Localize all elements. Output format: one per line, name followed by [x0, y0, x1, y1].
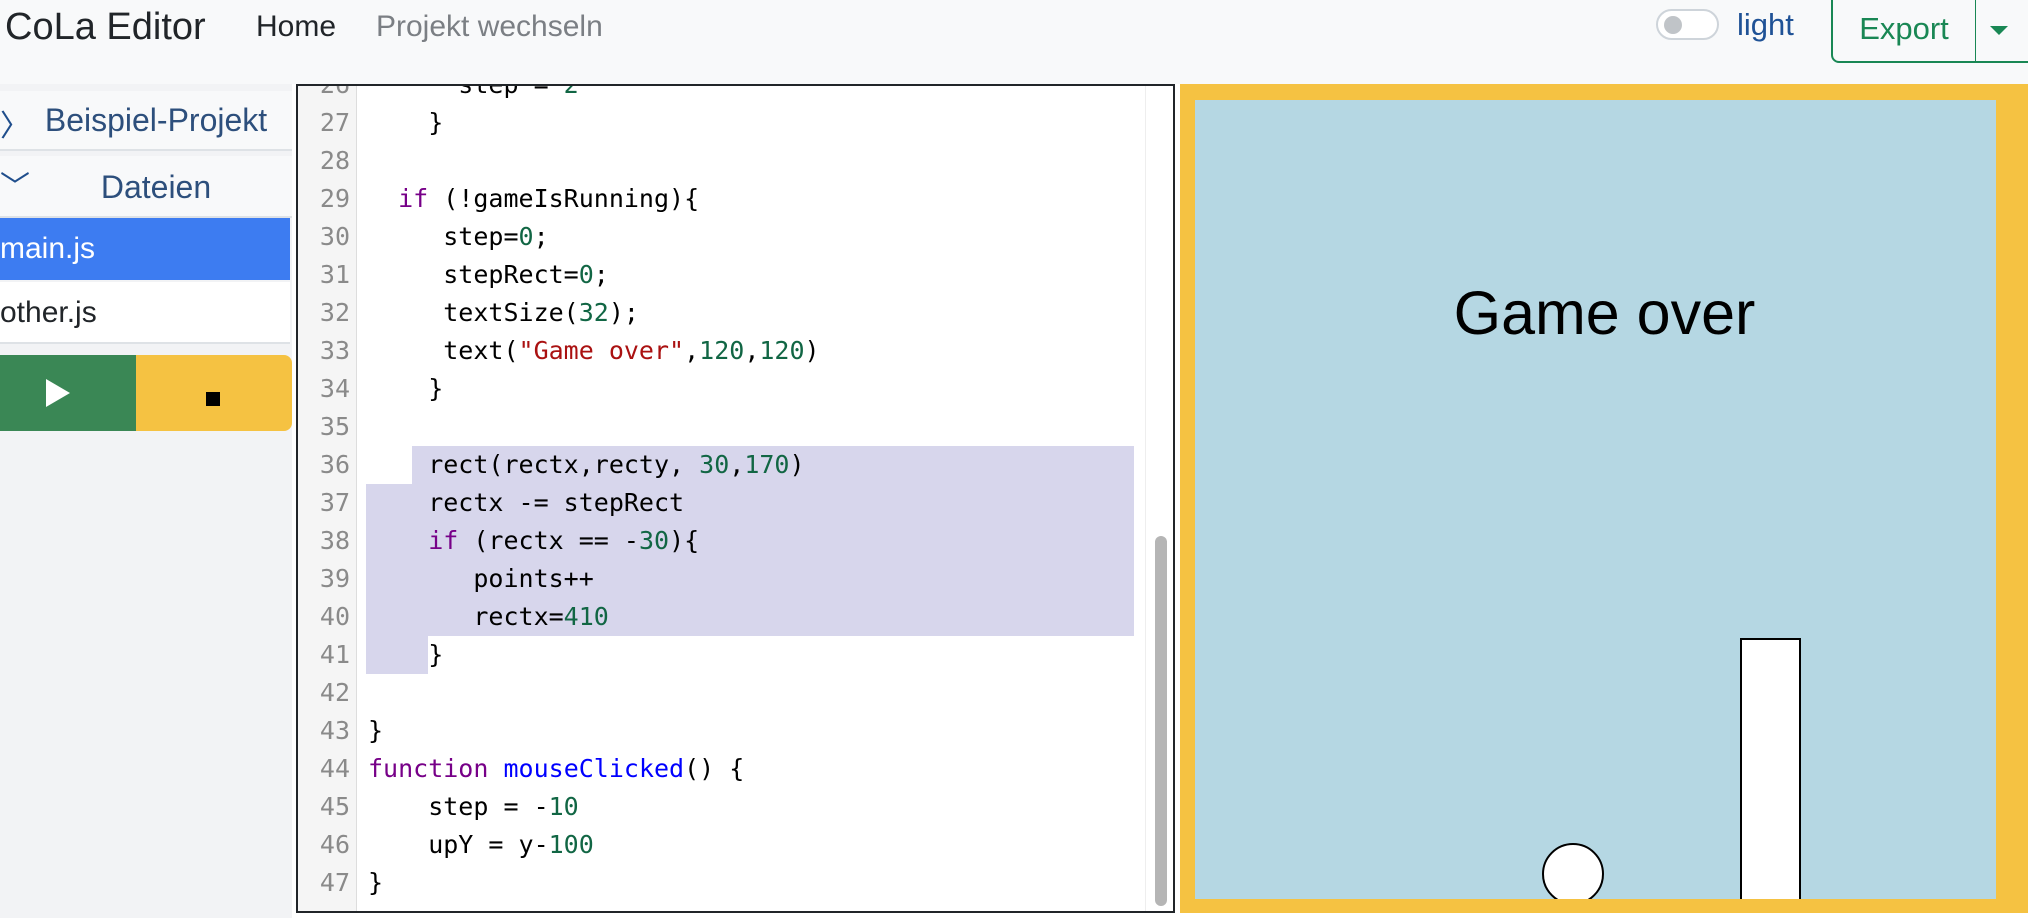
brand-title[interactable]: CoLa Editor — [5, 3, 206, 51]
project-title: Beispiel-Projekt — [44, 102, 268, 138]
line-number: 31 — [319, 260, 350, 289]
code-text: rectx -= stepRect — [368, 488, 685, 517]
code-area[interactable]: 26 step = 2 27 } 28 29 if (!gameIsRunning){… — [298, 84, 1173, 902]
file-item-other-js[interactable]: other.js — [0, 282, 290, 344]
code-line[interactable]: 45 step = -10 — [298, 788, 1173, 826]
code-line[interactable]: 31 stepRect=0; — [298, 256, 1173, 294]
code-line[interactable]: 32 textSize(32); — [298, 294, 1173, 332]
line-number: 44 — [319, 754, 350, 783]
theme-label: light — [1737, 7, 1794, 42]
code-line[interactable]: 35 — [298, 408, 1173, 446]
code-text: text("Game over",120,120) — [368, 336, 820, 365]
code-text: step = -10 — [368, 792, 579, 821]
nav-switch-project-link[interactable]: Projekt wechseln — [376, 5, 603, 49]
line-number: 43 — [319, 716, 350, 745]
code-line[interactable]: 42 — [298, 674, 1173, 712]
code-text: } — [368, 108, 444, 137]
code-line[interactable]: 29 if (!gameIsRunning){ — [298, 180, 1173, 218]
game-canvas[interactable]: Game over — [1195, 100, 1996, 899]
code-line[interactable]: 37 rectx -= stepRect — [298, 484, 1173, 522]
line-number: 32 — [319, 298, 350, 327]
project-header[interactable]: 〉 Beispiel-Projekt — [0, 91, 292, 151]
line-number: 41 — [319, 640, 350, 669]
code-line[interactable]: 43} — [298, 712, 1173, 750]
stop-button[interactable] — [136, 355, 292, 431]
line-number: 46 — [319, 830, 350, 859]
code-text: } — [368, 716, 384, 745]
code-text: } — [368, 640, 444, 669]
code-text: if (!gameIsRunning){ — [398, 184, 700, 213]
line-number: 27 — [319, 108, 350, 137]
line-number: 40 — [319, 602, 350, 631]
line-number: 38 — [319, 526, 350, 555]
code-text: textSize(32); — [368, 298, 639, 327]
code-text: if (rectx == -30){ — [428, 526, 700, 555]
code-line[interactable]: 44 function mouseClicked() { — [298, 750, 1173, 788]
line-number: 33 — [319, 336, 350, 365]
export-dropdown-caret-icon[interactable] — [1975, 0, 2028, 63]
code-text: function mouseClicked() { — [368, 754, 745, 783]
line-number: 29 — [319, 184, 350, 213]
code-text: stepRect=0; — [368, 260, 609, 289]
code-text: } — [368, 868, 384, 897]
line-number: 47 — [319, 868, 350, 897]
export-button[interactable]: Export — [1831, 0, 1977, 63]
code-line[interactable]: 27 } — [298, 104, 1173, 142]
line-number: 39 — [319, 564, 350, 593]
code-line[interactable]: 39 points++ — [298, 560, 1173, 598]
code-editor[interactable]: 26 step = 2 27 } 28 29 if (!gameIsRunning){… — [296, 84, 1175, 913]
editor-scrollbar[interactable] — [1145, 86, 1173, 911]
files-header[interactable]: ﹀ Dateien — [0, 156, 292, 218]
line-number: 30 — [319, 222, 350, 251]
code-line[interactable]: 36 rect(rectx,recty, 30,170) — [298, 446, 1173, 484]
obstacle-rect — [1740, 638, 1801, 899]
toggle-knob — [1664, 16, 1682, 34]
code-line[interactable]: 34 } — [298, 370, 1173, 408]
code-text: step=0; — [368, 222, 549, 251]
line-number: 34 — [319, 374, 350, 403]
nav-home-link[interactable]: Home — [256, 5, 336, 49]
code-text: step = 2 — [368, 84, 579, 99]
file-item-main-js[interactable]: main.js — [0, 218, 290, 280]
run-button[interactable] — [0, 355, 136, 431]
code-line[interactable]: 40 rectx=410 — [298, 598, 1173, 636]
code-text: } — [368, 374, 444, 403]
line-number: 37 — [319, 488, 350, 517]
code-line[interactable]: 26 step = 2 — [298, 84, 1173, 104]
code-text: rect(rectx,recty, 30,170) — [368, 450, 805, 479]
line-number: 35 — [319, 412, 350, 441]
line-number: 42 — [319, 678, 350, 707]
code-line[interactable]: 30 step=0; — [298, 218, 1173, 256]
navbar: CoLa Editor Home Projekt wechseln light … — [0, 0, 2028, 84]
files-title: Dateien — [100, 169, 212, 205]
line-number: 36 — [319, 450, 350, 479]
code-text: points++ — [368, 564, 594, 593]
player-ball — [1542, 843, 1604, 899]
code-line[interactable]: 46 upY = y-100 — [298, 826, 1173, 864]
theme-toggle[interactable] — [1656, 9, 1719, 40]
code-line[interactable]: 28 — [298, 142, 1173, 180]
scrollbar-thumb[interactable] — [1155, 536, 1167, 906]
code-line[interactable]: 33 text("Game over",120,120) — [298, 332, 1173, 370]
code-text: rectx=410 — [368, 602, 609, 631]
code-line[interactable]: 38 if (rectx == -30){ — [298, 522, 1173, 560]
canvas-frame: Game over — [1180, 84, 2028, 913]
line-number: 45 — [319, 792, 350, 821]
code-text: upY = y-100 — [368, 830, 594, 859]
game-over-text: Game over — [1453, 279, 1756, 347]
line-number: 26 — [319, 84, 350, 99]
code-line[interactable]: 47} — [298, 864, 1173, 902]
sidebar: 〉 Beispiel-Projekt ﹀ Dateien main.js oth… — [0, 84, 292, 918]
line-number: 28 — [319, 146, 350, 175]
code-line[interactable]: 41 } — [298, 636, 1173, 674]
